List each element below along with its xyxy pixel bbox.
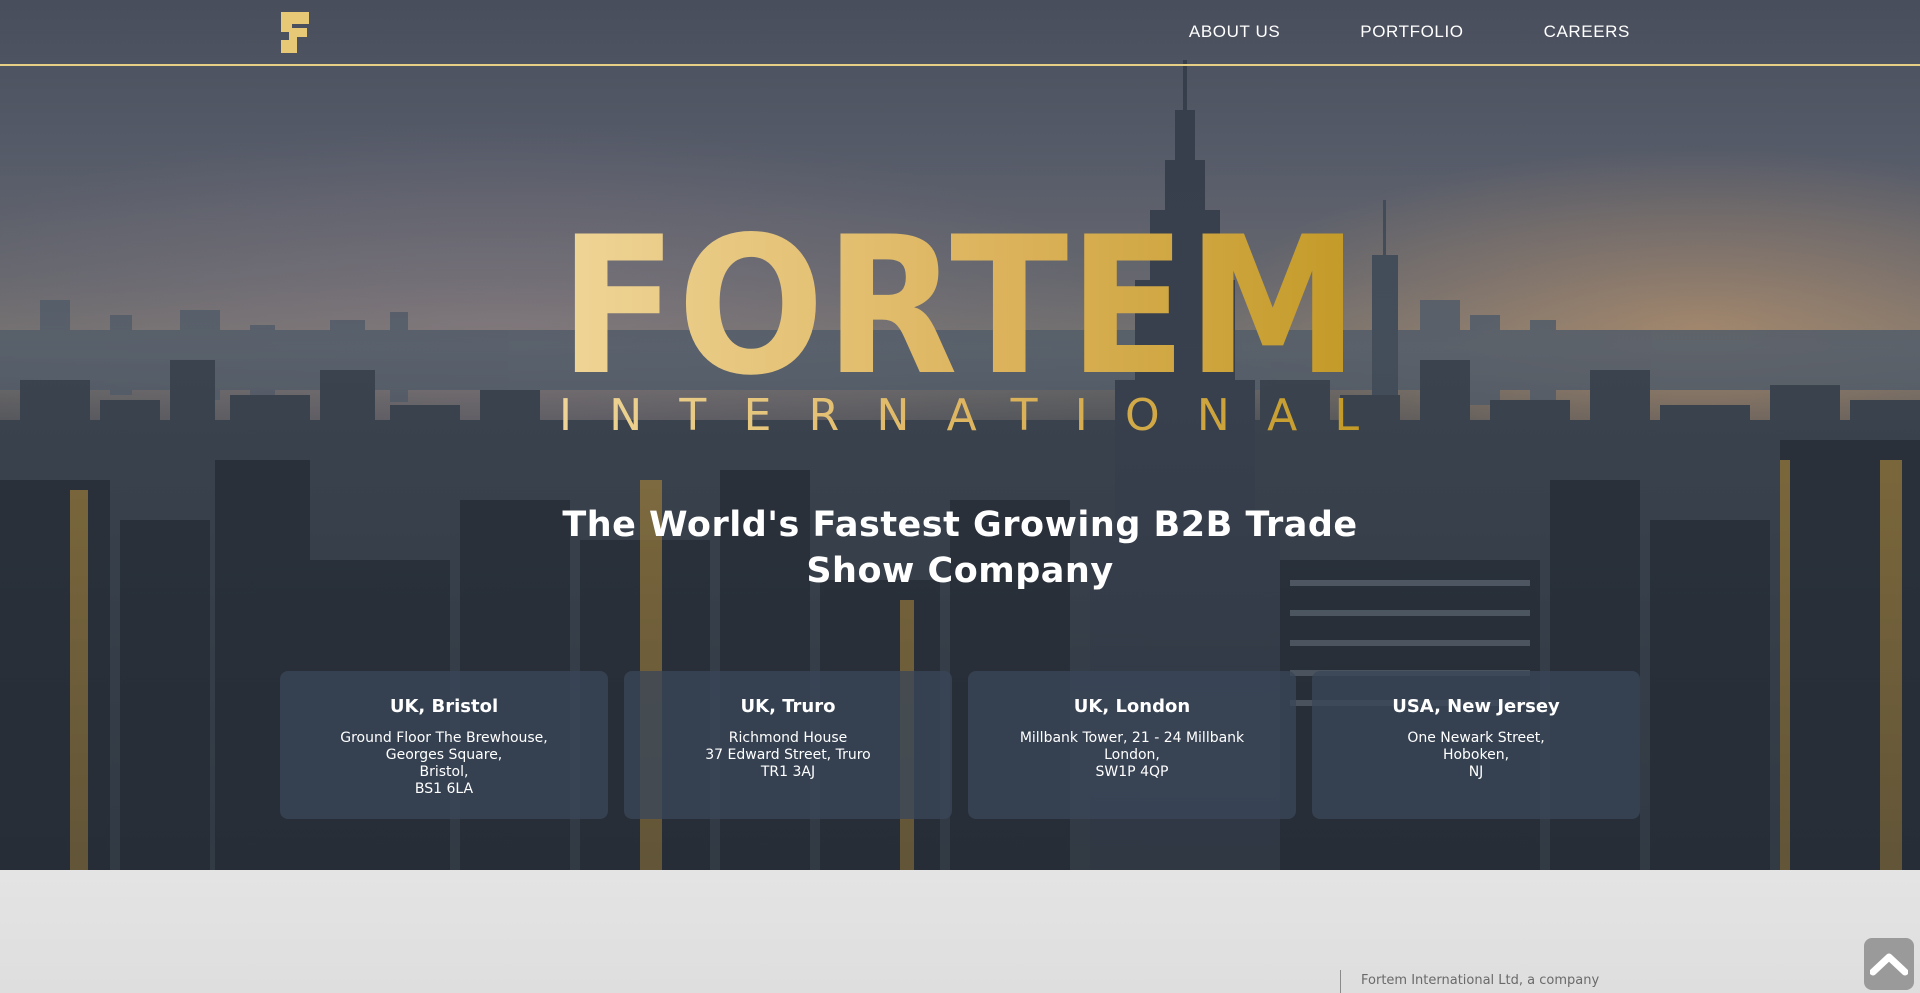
office-address-line: BS1 6LA [414,781,474,797]
office-address-line: London, [1104,747,1160,763]
tagline-line-1: The World's Fastest Growing B2B Trade [562,505,1358,545]
nav-link-about-us[interactable]: ABOUT US [1189,22,1280,42]
office-address-line: TR1 3AJ [760,764,816,780]
office-address-line: Bristol, [419,764,469,780]
office-address-line: NJ [1468,764,1484,780]
fortem-international-logo: FORTEM INTERNATIONAL [559,222,1359,434]
nav-link-careers[interactable]: CAREERS [1544,22,1630,42]
office-locations: UK, Bristol Ground Floor The Brewhouse, … [280,671,1640,819]
footer: Fortem International Ltd, a company [0,870,1920,993]
top-navigation-bar: ABOUT US PORTFOLIO CAREERS [0,0,1920,66]
nav-links: ABOUT US PORTFOLIO CAREERS [1189,0,1630,64]
scroll-to-top-button[interactable] [1864,938,1914,990]
office-city: USA, New Jersey [1392,696,1560,717]
office-address-line: Millbank Tower, 21 - 24 Millbank [1019,730,1245,746]
office-address-line: Richmond House [728,730,848,746]
footer-company-text: Fortem International Ltd, a company [1361,973,1600,988]
chevron-up-icon [1870,953,1908,976]
office-card-truro: UK, Truro Richmond House 37 Edward Stree… [624,671,952,819]
footer-divider [1340,970,1341,993]
tagline-line-2: Show Company [806,551,1114,591]
office-card-bristol: UK, Bristol Ground Floor The Brewhouse, … [280,671,608,819]
office-city: UK, Bristol [389,696,499,717]
office-address-line: 37 Edward Street, Truro [705,747,871,763]
office-address-line: Ground Floor The Brewhouse, [340,730,548,746]
office-address-line: One Newark Street, [1407,730,1545,746]
logo-main-text: FORTEM [559,222,1359,417]
hero-tagline: The World's Fastest Growing B2B Trade Sh… [460,502,1460,594]
office-address-line: Georges Square, [385,747,503,763]
office-card-london: UK, London Millbank Tower, 21 - 24 Millb… [968,671,1296,819]
office-card-new-jersey: USA, New Jersey One Newark Street, Hobok… [1312,671,1640,819]
page: ABOUT US PORTFOLIO CAREERS FORTEM INTERN… [0,0,1920,993]
office-address-line: Hoboken, [1442,747,1510,763]
fortem-f-mark-icon[interactable] [279,10,311,55]
nav-link-portfolio[interactable]: PORTFOLIO [1360,22,1463,42]
office-city: UK, Truro [740,696,836,717]
office-city: UK, London [1073,696,1191,717]
office-address-line: SW1P 4QP [1095,764,1169,780]
